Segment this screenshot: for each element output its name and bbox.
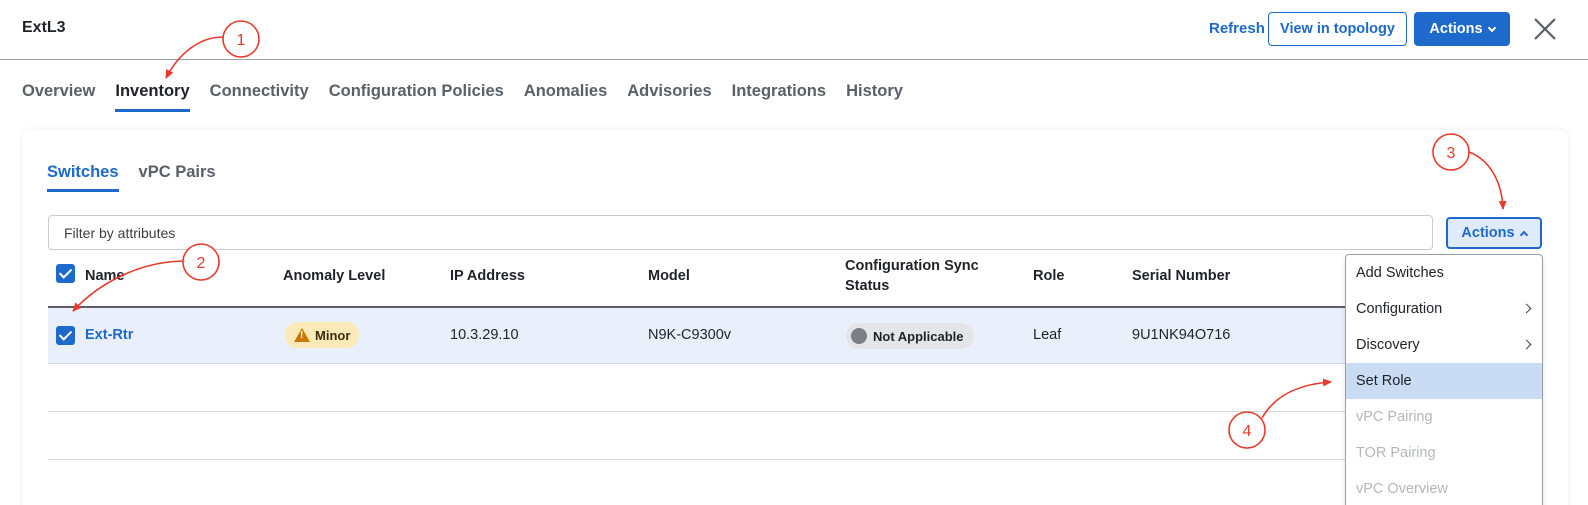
subtab-vpc-pairs[interactable]: vPC Pairs <box>139 163 216 192</box>
actions-dropdown-menu: Add Switches Configuration Discovery Set… <box>1345 254 1543 505</box>
refresh-link[interactable]: Refresh <box>1209 20 1265 37</box>
chevron-right-icon <box>1521 303 1532 314</box>
status-dot-icon <box>851 328 867 344</box>
row-checkbox[interactable] <box>56 326 75 345</box>
table-header: Name Anomaly Level IP Address Model Conf… <box>48 258 1348 308</box>
menu-item-label: Add Switches <box>1356 265 1444 281</box>
column-role[interactable]: Role <box>1033 266 1064 286</box>
serial-number-cell: 9U1NK94O716 <box>1132 327 1231 343</box>
menu-item-label: Discovery <box>1356 337 1420 353</box>
chevron-down-icon <box>1487 23 1496 32</box>
header-actions-button[interactable]: Actions <box>1414 12 1510 46</box>
switch-name-link[interactable]: Ext-Rtr <box>85 327 133 343</box>
page-title: ExtL3 <box>22 19 66 36</box>
anomaly-badge: Minor <box>285 322 360 348</box>
sync-status-badge: Not Applicable <box>846 323 974 349</box>
model-cell: N9K-C9300v <box>648 327 732 343</box>
subtab-switches[interactable]: Switches <box>47 163 119 192</box>
empty-row <box>48 412 1348 460</box>
tab-configuration-policies[interactable]: Configuration Policies <box>329 82 504 112</box>
switches-table: Name Anomaly Level IP Address Model Conf… <box>48 258 1348 460</box>
menu-item-discovery[interactable]: Discovery <box>1346 327 1542 363</box>
menu-item-label: vPC Pairing <box>1356 409 1433 425</box>
table-actions-button[interactable]: Actions <box>1446 217 1542 249</box>
page-header: ExtL3 Refresh View in topology Actions <box>0 0 1588 60</box>
menu-item-tor-pairing: TOR Pairing <box>1346 435 1542 471</box>
tab-connectivity[interactable]: Connectivity <box>210 82 309 112</box>
menu-item-label: Set Role <box>1356 373 1412 389</box>
tab-history[interactable]: History <box>846 82 903 112</box>
filter-input[interactable] <box>48 215 1433 250</box>
empty-row <box>48 364 1348 412</box>
menu-item-vpc-overview: vPC Overview <box>1346 471 1542 505</box>
header-actions-label: Actions <box>1429 21 1483 37</box>
inventory-subtabs: Switches vPC Pairs <box>47 163 236 192</box>
menu-item-label: Configuration <box>1356 301 1443 317</box>
column-ip-address[interactable]: IP Address <box>450 266 525 286</box>
tab-advisories[interactable]: Advisories <box>627 82 711 112</box>
tab-anomalies[interactable]: Anomalies <box>524 82 607 112</box>
column-model[interactable]: Model <box>648 266 690 286</box>
chevron-right-icon <box>1521 339 1532 350</box>
column-name[interactable]: Name <box>85 266 125 286</box>
menu-item-label: vPC Overview <box>1356 481 1448 497</box>
menu-item-configuration[interactable]: Configuration <box>1346 291 1542 327</box>
column-config-sync-status[interactable]: Configuration Sync Status <box>845 256 995 296</box>
main-tabs: Overview Inventory Connectivity Configur… <box>22 82 923 112</box>
tab-inventory[interactable]: Inventory <box>115 82 190 112</box>
column-anomaly-level[interactable]: Anomaly Level <box>283 266 385 286</box>
ip-address-cell: 10.3.29.10 <box>450 327 519 343</box>
table-actions-label: Actions <box>1461 225 1515 241</box>
menu-item-set-role[interactable]: Set Role <box>1346 363 1542 399</box>
menu-item-add-switches[interactable]: Add Switches <box>1346 255 1542 291</box>
sync-status-text: Not Applicable <box>873 328 964 344</box>
chevron-up-icon <box>1519 230 1528 239</box>
table-row[interactable]: Ext-Rtr Minor 10.3.29.10 N9K-C9300v Not … <box>48 308 1348 364</box>
close-icon[interactable] <box>1532 16 1558 42</box>
menu-item-vpc-pairing: vPC Pairing <box>1346 399 1542 435</box>
warning-icon <box>294 328 310 342</box>
select-all-checkbox[interactable] <box>56 264 75 283</box>
tab-overview[interactable]: Overview <box>22 82 95 112</box>
tab-integrations[interactable]: Integrations <box>732 82 826 112</box>
anomaly-level-text: Minor <box>315 327 351 343</box>
column-serial-number[interactable]: Serial Number <box>1132 266 1230 286</box>
view-in-topology-button[interactable]: View in topology <box>1268 12 1407 46</box>
menu-item-label: TOR Pairing <box>1356 445 1436 461</box>
role-cell: Leaf <box>1033 327 1062 343</box>
